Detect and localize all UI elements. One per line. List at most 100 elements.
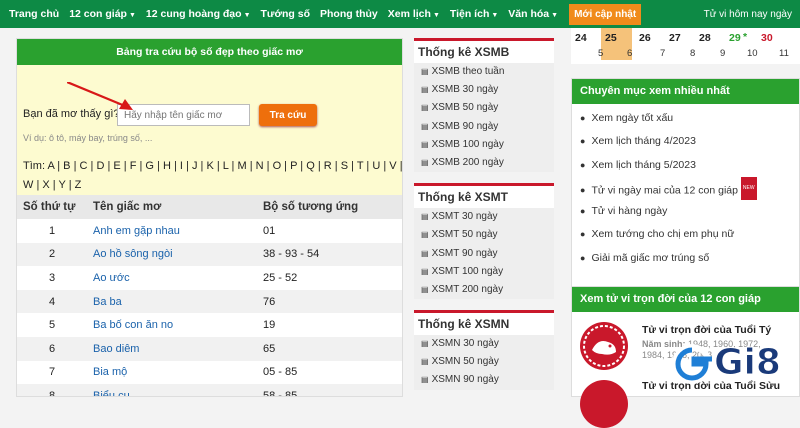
lifetime-title-ty[interactable]: Tử vi trọn đời của Tuổi Tý <box>642 324 771 336</box>
table-row: 7 Bia mộ 05 - 85 <box>17 361 402 385</box>
stats-link[interactable]: ▤ XSMN 90 ngày <box>414 371 554 389</box>
dream-name-link[interactable]: Bao diêm <box>87 336 257 361</box>
table-row: 8 Biểu cụ 58 - 85 <box>17 384 402 396</box>
letter-filter-b[interactable]: B <box>63 160 70 172</box>
dream-lookup-panel: Bảng tra cứu bộ số đẹp theo giấc mơ Bạn … <box>16 38 403 397</box>
today-horoscope-link[interactable]: Tử vi hôm nay ngày <box>704 9 800 20</box>
table-row: 2 Ao hồ sông ngòi 38 - 93 - 54 <box>17 242 402 267</box>
letter-separator: | <box>380 160 387 172</box>
search-button[interactable]: Tra cứu <box>259 104 317 126</box>
letter-filter-k[interactable]: K <box>206 160 213 172</box>
calendar-day[interactable]: 28 <box>699 32 711 44</box>
stats-link[interactable]: ▤ XSMN 30 ngày <box>414 335 554 353</box>
stats-link[interactable]: ▤ XSMB 200 ngày <box>414 154 554 172</box>
dream-numbers: 38 - 93 - 54 <box>257 242 402 267</box>
calendar-day[interactable]: 27 <box>669 32 681 44</box>
stats-link-label: XSMN 30 ngày <box>431 338 499 350</box>
popular-item-label: Xem lịch tháng 5/2023 <box>591 158 696 171</box>
calendar-day[interactable]: 24 <box>575 32 587 44</box>
row-no: 3 <box>48 271 56 284</box>
dream-numbers: 76 <box>257 289 402 314</box>
nav-tuong-so[interactable]: Tướng số <box>256 8 315 20</box>
nav-home[interactable]: Trang chủ <box>4 8 64 20</box>
stats-link[interactable]: ▤ XSMB 50 ngày <box>414 99 554 117</box>
nav-xem-lich[interactable]: Xem lịch ▼ <box>383 8 445 20</box>
stats-link[interactable]: ▤ XSMT 200 ngày <box>414 281 554 299</box>
stats-title: Thống kê XSMT <box>414 186 554 209</box>
letter-filter-v[interactable]: V <box>389 160 396 172</box>
letter-filter-e[interactable]: E <box>113 160 120 172</box>
stats-link[interactable]: ▤ XSMT 90 ngày <box>414 245 554 263</box>
col-header-name: Tên giấc mơ <box>87 195 257 219</box>
caret-down-icon: ▼ <box>551 12 559 19</box>
mini-calendar: 24 25 26 27 28 29 * 30 5 6 7 8 9 10 11 <box>571 28 800 64</box>
nav-12-cung-hoang-dao[interactable]: 12 cung hoàng đạo ▼ <box>141 8 256 20</box>
lottery-stats-column: Thống kê XSMB ▤ XSMB theo tuần ▤ XSMB 30 ngà… <box>414 38 554 397</box>
document-icon: ▤ <box>421 375 429 385</box>
letter-filter-h[interactable]: H <box>163 160 171 172</box>
calendar-day[interactable]: 30 <box>761 32 773 44</box>
gi8-watermark: Gi8 <box>672 340 800 390</box>
document-icon: ▤ <box>421 248 429 258</box>
popular-item-label: Tử vi ngày mai của 12 con giáp <box>591 184 738 197</box>
dream-name-link[interactable]: Biểu cụ <box>87 384 257 396</box>
calendar-star: * <box>743 31 748 43</box>
letter-filter-w[interactable]: W <box>23 179 33 191</box>
dream-name-link[interactable]: Anh em gặp nhau <box>87 219 257 243</box>
stats-link[interactable]: ▤ XSMT 30 ngày <box>414 208 554 226</box>
popular-item[interactable]: ● Xem ngày tốt xấu <box>572 107 799 130</box>
dream-name-link[interactable]: Ao hồ sông ngòi <box>87 242 257 267</box>
stats-link-label: XSMT 100 ngày <box>431 265 504 277</box>
popular-item[interactable]: ● Xem tướng cho chị em phụ nữ <box>572 223 799 246</box>
nav-van-hoa[interactable]: Văn hóa ▼ <box>503 8 563 20</box>
stats-link-label: XSMB theo tuần <box>431 66 505 77</box>
bullet-icon: ● <box>580 136 586 147</box>
updated-button[interactable]: Mới cập nhật <box>569 3 642 25</box>
stats-link[interactable]: ▤ XSMB 100 ngày <box>414 136 554 154</box>
rat-zodiac-icon <box>580 322 628 370</box>
letter-filter-r[interactable]: R <box>324 160 332 172</box>
letter-separator: | <box>170 160 177 172</box>
dream-name-link[interactable]: Ba bố con ăn no <box>87 313 257 337</box>
calendar-day[interactable]: 26 <box>639 32 651 44</box>
document-icon: ▤ <box>421 103 429 113</box>
letter-filter-q[interactable]: Q <box>306 160 315 172</box>
stats-link[interactable]: ▤ XSMN 50 ngày <box>414 353 554 371</box>
letter-separator: | <box>49 179 56 191</box>
letter-filter-n[interactable]: N <box>256 160 264 172</box>
stats-link[interactable]: ▤ XSMT 100 ngày <box>414 263 554 281</box>
dream-name-link[interactable]: Bia mộ <box>87 361 257 385</box>
caret-down-icon: ▼ <box>491 12 499 19</box>
red-arrow-icon <box>67 82 133 110</box>
stats-link[interactable]: ▤ XSMT 50 ngày <box>414 226 554 244</box>
stats-link[interactable]: ▤ XSMB 30 ngày <box>414 81 554 99</box>
document-icon: ▤ <box>421 85 429 95</box>
letter-filter-g[interactable]: G <box>145 160 154 172</box>
bullet-icon: ● <box>580 113 586 123</box>
stats-link[interactable]: ▤ XSMB theo tuần <box>414 63 554 81</box>
letter-filter-m[interactable]: M <box>237 160 246 172</box>
popular-item[interactable]: ● Xem lịch tháng 4/2023 <box>572 130 799 153</box>
dream-name-link[interactable]: Ba ba <box>87 289 257 314</box>
letter-filter-z[interactable]: Z <box>75 179 82 191</box>
nav-phong-thuy[interactable]: Phong thủy <box>315 8 383 20</box>
dream-name-link[interactable]: Ao ước <box>87 266 257 290</box>
popular-item[interactable]: ● Xem lịch tháng 5/2023 <box>572 154 799 177</box>
stats-link[interactable]: ▤ XSMB 90 ngày <box>414 118 554 136</box>
lunar-day: 9 <box>720 48 726 59</box>
calendar-day-today[interactable]: 25 <box>605 32 617 44</box>
letter-separator: | <box>297 160 304 172</box>
stats-link-label: XSMT 90 ngày <box>431 247 498 259</box>
nav-tien-ich[interactable]: Tiện ích ▼ <box>445 8 503 20</box>
popular-item[interactable]: ● Tử vi ngày mai của 12 con giáp NEW <box>572 176 799 201</box>
letter-filter-x[interactable]: X <box>42 179 49 191</box>
letter-separator: | <box>213 160 220 172</box>
letter-filter-o[interactable]: O <box>273 160 282 172</box>
nav-12-con-giap[interactable]: 12 con giáp ▼ <box>64 8 141 20</box>
letter-filter-y[interactable]: Y <box>59 179 66 191</box>
popular-item[interactable]: ● Tử vi hàng ngày <box>572 200 799 223</box>
popular-item[interactable]: ● Giải mã giấc mơ trúng số <box>572 247 799 270</box>
calendar-day[interactable]: 29 <box>729 32 741 44</box>
letter-separator: | <box>70 160 77 172</box>
letter-filter-s[interactable]: S <box>341 160 348 172</box>
